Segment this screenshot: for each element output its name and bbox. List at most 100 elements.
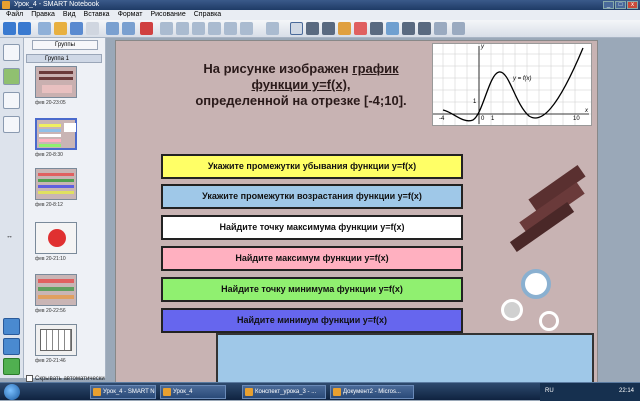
pen-icon[interactable] — [306, 22, 319, 35]
page-thumbnail[interactable] — [35, 274, 77, 306]
group-header[interactable]: Группа 1 — [26, 54, 102, 63]
circle-decoration — [501, 299, 523, 321]
open-icon[interactable] — [54, 22, 67, 35]
paste-icon[interactable] — [86, 22, 99, 35]
title-link-graph: график — [352, 61, 399, 76]
page-thumbnail[interactable] — [35, 324, 77, 356]
taskbar-item[interactable]: Документ2 - Micros... — [330, 385, 414, 399]
fill-icon[interactable] — [402, 22, 415, 35]
smart-notebook-window: Урок_4 - SMART Notebook _ □ x Файл Правк… — [0, 0, 640, 401]
capture-icon[interactable] — [224, 22, 237, 35]
task-min-point[interactable]: Найдите точку минимума функции y=f(x) — [161, 277, 463, 302]
menu-view[interactable]: Вид — [59, 10, 80, 20]
resize-arrows-icon[interactable]: ↔ — [6, 233, 13, 240]
toolbar-move-icon[interactable] — [452, 22, 465, 35]
tick-0: 0 — [481, 116, 485, 122]
properties-icon[interactable] — [434, 22, 447, 35]
task-decreasing[interactable]: Укажите промежутки убывания функции y=f(… — [161, 154, 463, 179]
menu-edit[interactable]: Правка — [27, 10, 59, 20]
toolbar — [0, 20, 640, 38]
tick-minus-4: -4 — [439, 116, 445, 122]
taskbar-item[interactable]: Урок_4 - SMART No... — [90, 385, 156, 399]
task-max-value[interactable]: Найдите максимум функции y=f(x) — [161, 246, 463, 271]
select-icon[interactable] — [290, 22, 303, 35]
maximize-button[interactable]: □ — [615, 1, 626, 9]
page-thumbnail-selected[interactable] — [35, 118, 77, 150]
page-sorter: Группы Группа 1 фев 20-23:05 фев 20-8:30… — [24, 38, 106, 378]
properties-tab-icon[interactable] — [3, 116, 20, 133]
redo-icon[interactable] — [122, 22, 135, 35]
page-sorter-tab-icon[interactable] — [3, 44, 20, 61]
thumbnail-label: фев 20-8:12 — [35, 202, 63, 208]
taskbar-item[interactable]: Конспект_урока_3 - ... — [242, 385, 326, 399]
page-thumbnail[interactable] — [35, 66, 77, 98]
title-line1: На рисунке изображен — [203, 61, 353, 76]
tick-1: 1 — [491, 116, 495, 122]
document-camera-icon[interactable] — [240, 22, 253, 35]
graph-y-label: y — [481, 44, 484, 50]
minimize-button[interactable]: _ — [603, 1, 614, 9]
full-screen-icon[interactable] — [176, 22, 189, 35]
task-max-value-label: Найдите максимум функции y=f(x) — [235, 253, 389, 263]
task-min-value-label: Найдите минимум функции y=f(x) — [237, 315, 387, 325]
screen-shade-icon[interactable] — [160, 22, 173, 35]
menu-file[interactable]: Файл — [2, 10, 27, 20]
menu-format[interactable]: Формат — [114, 10, 147, 20]
tick-10: 10 — [573, 116, 580, 122]
thumbnail-label: фев 20-23:05 — [35, 100, 66, 106]
page-thumbnail[interactable] — [35, 168, 77, 200]
window-title: Урок_4 - SMART Notebook — [14, 1, 100, 8]
circle-decoration — [521, 269, 551, 299]
forward-icon[interactable] — [18, 22, 31, 35]
task-min-point-label: Найдите точку минимума функции y=f(x) — [221, 284, 403, 294]
new-page-icon[interactable] — [38, 22, 51, 35]
language-indicator[interactable]: RU — [545, 388, 554, 394]
menu-insert[interactable]: Вставка — [80, 10, 114, 20]
system-tray: RU 22:14 — [540, 383, 640, 401]
gallery-tab-icon[interactable] — [3, 68, 20, 85]
sidebar-tabs: ↔ — [0, 38, 24, 378]
start-button[interactable] — [4, 384, 20, 400]
menu-bar: Файл Правка Вид Вставка Формат Рисование… — [0, 10, 640, 20]
creative-pen-icon[interactable] — [322, 22, 335, 35]
answer-box[interactable] — [216, 333, 594, 384]
save-icon[interactable] — [70, 22, 83, 35]
circle-decoration — [539, 311, 559, 331]
dual-display-icon[interactable] — [208, 22, 221, 35]
eraser-icon[interactable] — [354, 22, 367, 35]
thumbnail-label: фев 20-22:56 — [35, 308, 66, 314]
clock[interactable]: 22:14 — [619, 388, 634, 394]
thumbnail-label: фев 20-21:46 — [35, 358, 66, 364]
task-increasing[interactable]: Укажите промежутки возрастания функции y… — [161, 184, 463, 209]
back-icon[interactable] — [3, 22, 16, 35]
taskbar-item[interactable]: Урок_4 — [160, 385, 226, 399]
graph-fx-label: y = f(x) — [513, 76, 532, 82]
table-icon[interactable] — [266, 22, 279, 35]
task-max-point-label: Найдите точку максимума функции y=f(x) — [219, 222, 405, 232]
task-max-point[interactable]: Найдите точку максимума функции y=f(x) — [161, 215, 463, 240]
add-page-icon[interactable] — [3, 358, 20, 375]
highlighter-icon[interactable] — [338, 22, 351, 35]
delete-icon[interactable] — [140, 22, 153, 35]
shapes-icon[interactable] — [386, 22, 399, 35]
task-decreasing-label: Укажите промежутки убывания функции y=f(… — [207, 161, 417, 171]
groups-button[interactable]: Группы — [32, 40, 98, 50]
close-button[interactable]: x — [627, 1, 638, 9]
slide-title: На рисунке изображен график функции y=f(… — [156, 61, 446, 109]
title-bar: Урок_4 - SMART Notebook _ □ x — [0, 0, 640, 10]
undo-icon[interactable] — [106, 22, 119, 35]
slide-page: На рисунке изображен график функции y=f(… — [115, 40, 598, 385]
menu-draw[interactable]: Рисование — [146, 10, 189, 20]
attachments-tab-icon[interactable] — [3, 92, 20, 109]
display-icon[interactable] — [192, 22, 205, 35]
taskbar: Урок_4 - SMART No... Урок_4 Конспект_уро… — [0, 382, 640, 401]
page-thumbnail[interactable] — [35, 222, 77, 254]
line-icon[interactable] — [370, 22, 383, 35]
decorative-graphic — [457, 165, 597, 351]
sidebar-forward-icon[interactable] — [3, 338, 20, 355]
text-icon[interactable] — [418, 22, 431, 35]
menu-help[interactable]: Справка — [190, 10, 225, 20]
thumbnail-label: фев 20-21:10 — [35, 256, 66, 262]
sidebar-back-icon[interactable] — [3, 318, 20, 335]
task-min-value[interactable]: Найдите минимум функции y=f(x) — [161, 308, 463, 333]
